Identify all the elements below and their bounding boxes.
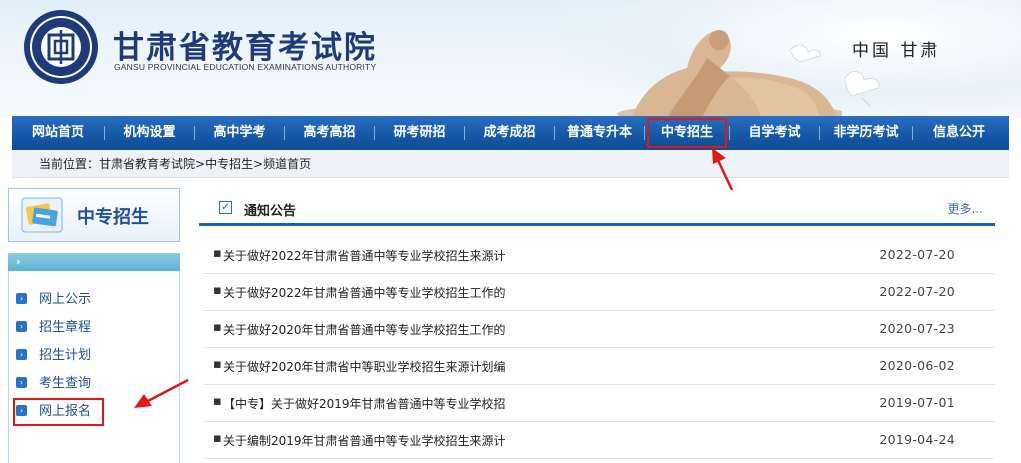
- notice-row: ▪ 关于做好2022年甘肃省普通中等专业学校招生工作的 2022-07-20: [203, 274, 995, 311]
- nav-item-disclosure[interactable]: 信息公开: [913, 116, 1005, 150]
- notice-date: 2022-07-20: [879, 247, 955, 262]
- bullet-icon: ▪: [213, 394, 222, 409]
- bullet-icon: ▪: [213, 246, 222, 261]
- site-title: 甘肃省教育考试院: [113, 30, 377, 66]
- main-nav: 网站首页 机构设置 高中学考 高考高招 研考研招 成考成招 普通专升本 中专招生…: [12, 116, 1009, 150]
- nav-item-non-degree[interactable]: 非学历考试: [820, 116, 912, 150]
- sidebar-header: 中专招生: [8, 188, 180, 242]
- notice-row: ▪ 关于做好2020年甘肃省中等职业学校招生来源计划编 2020-06-02: [203, 348, 995, 385]
- id-card-icon: [21, 197, 63, 233]
- notice-title-link[interactable]: 关于编制2019年甘肃省普通中等专业学校招生来源计: [223, 432, 506, 449]
- sidebar-item-label: 招生计划: [39, 348, 92, 363]
- notice-title-link[interactable]: 【中专】关于做好2019年甘肃省普通中等专业学校招: [223, 395, 506, 412]
- nav-item-upgrade[interactable]: 普通专升本: [555, 116, 644, 150]
- nav-item-home[interactable]: 网站首页: [12, 116, 104, 150]
- sidebar-item-online-publicity[interactable]: › 网上公示: [16, 289, 91, 311]
- nav-item-organization[interactable]: 机构设置: [105, 116, 194, 150]
- region-label: 中国 甘肃: [852, 41, 941, 61]
- notice-row: ▪ 关于做好2022年甘肃省普通中等专业学校招生来源计 2022-07-20: [203, 237, 995, 274]
- notice-row: ▪ 关于编制2019年甘肃省普通中等专业学校招生来源计 2019-04-24: [203, 422, 995, 459]
- sidebar-item-admission-plan[interactable]: › 招生计划: [16, 345, 91, 367]
- bullet-icon: ▪: [213, 357, 222, 372]
- sidebar-item-online-registration[interactable]: › 网上报名: [12, 398, 105, 426]
- notice-date: 2020-06-02: [879, 358, 955, 373]
- arrow-bullet-icon: ›: [16, 349, 27, 360]
- notice-title-link[interactable]: 关于做好2022年甘肃省普通中等专业学校招生来源计: [223, 247, 506, 264]
- nav-item-gaokao[interactable]: 高考高招: [285, 116, 374, 150]
- arrow-bullet-icon: ›: [16, 405, 27, 416]
- more-link[interactable]: 更多...: [948, 200, 983, 217]
- nav-item-secondary-vocational[interactable]: 中专招生: [645, 116, 729, 150]
- bullet-icon: ▪: [213, 320, 222, 335]
- notice-date: 2020-07-23: [879, 321, 955, 336]
- arrow-bullet-icon: ›: [16, 321, 27, 332]
- notice-row: ▪ 【中专】关于做好2019年甘肃省普通中等专业学校招 2019-07-01: [203, 385, 995, 422]
- notice-title-link[interactable]: 关于做好2020年甘肃省中等职业学校招生来源计划编: [223, 358, 506, 375]
- sidebar-item-candidate-query[interactable]: › 考生查询: [16, 373, 91, 395]
- bullet-icon: ▪: [213, 283, 222, 298]
- arrow-bullet-icon: ›: [16, 293, 27, 304]
- sidebar-item-label: 考生查询: [39, 376, 92, 391]
- notice-date: 2022-07-20: [879, 284, 955, 299]
- notice-date: 2019-07-01: [879, 395, 955, 410]
- notice-title-link[interactable]: 关于做好2022年甘肃省普通中等专业学校招生工作的: [223, 284, 506, 301]
- nav-item-adult-exam[interactable]: 成考成招: [465, 116, 554, 150]
- notice-row: ▪ 关于做好2020年甘肃省普通中等专业学校招生工作的 2020-07-23: [203, 311, 995, 348]
- sidebar-item-admission-rules[interactable]: › 招生章程: [16, 317, 91, 339]
- checkbox-icon: ✓: [219, 201, 232, 214]
- sidebar-divider-bar: ›: [8, 253, 180, 271]
- nav-item-self-study[interactable]: 自学考试: [730, 116, 819, 150]
- sidebar-title: 中专招生: [77, 207, 149, 228]
- site-subtitle: GANSU PROVINCIAL EDUCATION EXAMINATIONS …: [114, 62, 377, 72]
- header-banner: 甘肃省教育考试院 GANSU PROVINCIAL EDUCATION EXAM…: [0, 0, 1021, 118]
- breadcrumb: 当前位置：甘肃省教育考试院>中专招生>频道首页: [12, 150, 1009, 178]
- sidebar-item-label: 网上公示: [39, 292, 92, 307]
- arrow-bullet-icon: ›: [16, 377, 27, 388]
- chevron-right-icon: ›: [16, 255, 21, 268]
- bullet-icon: ▪: [213, 431, 222, 446]
- breadcrumb-prefix: 当前位置：: [39, 157, 100, 171]
- sidebar-item-label: 招生章程: [39, 320, 92, 335]
- notice-date: 2019-04-24: [879, 432, 955, 447]
- nav-item-postgraduate[interactable]: 研考研招: [375, 116, 464, 150]
- notice-title-link[interactable]: 关于做好2020年甘肃省普通中等专业学校招生工作的: [223, 321, 506, 338]
- notices-header: ✓ 通知公告 更多...: [199, 188, 995, 226]
- notices-title: 通知公告: [244, 204, 297, 219]
- sidebar-item-label: 网上报名: [39, 404, 92, 419]
- nav-item-highschool-exam[interactable]: 高中学考: [195, 116, 284, 150]
- breadcrumb-trail[interactable]: 甘肃省教育考试院>中专招生>频道首页: [99, 157, 311, 171]
- institution-seal-icon: [24, 10, 98, 84]
